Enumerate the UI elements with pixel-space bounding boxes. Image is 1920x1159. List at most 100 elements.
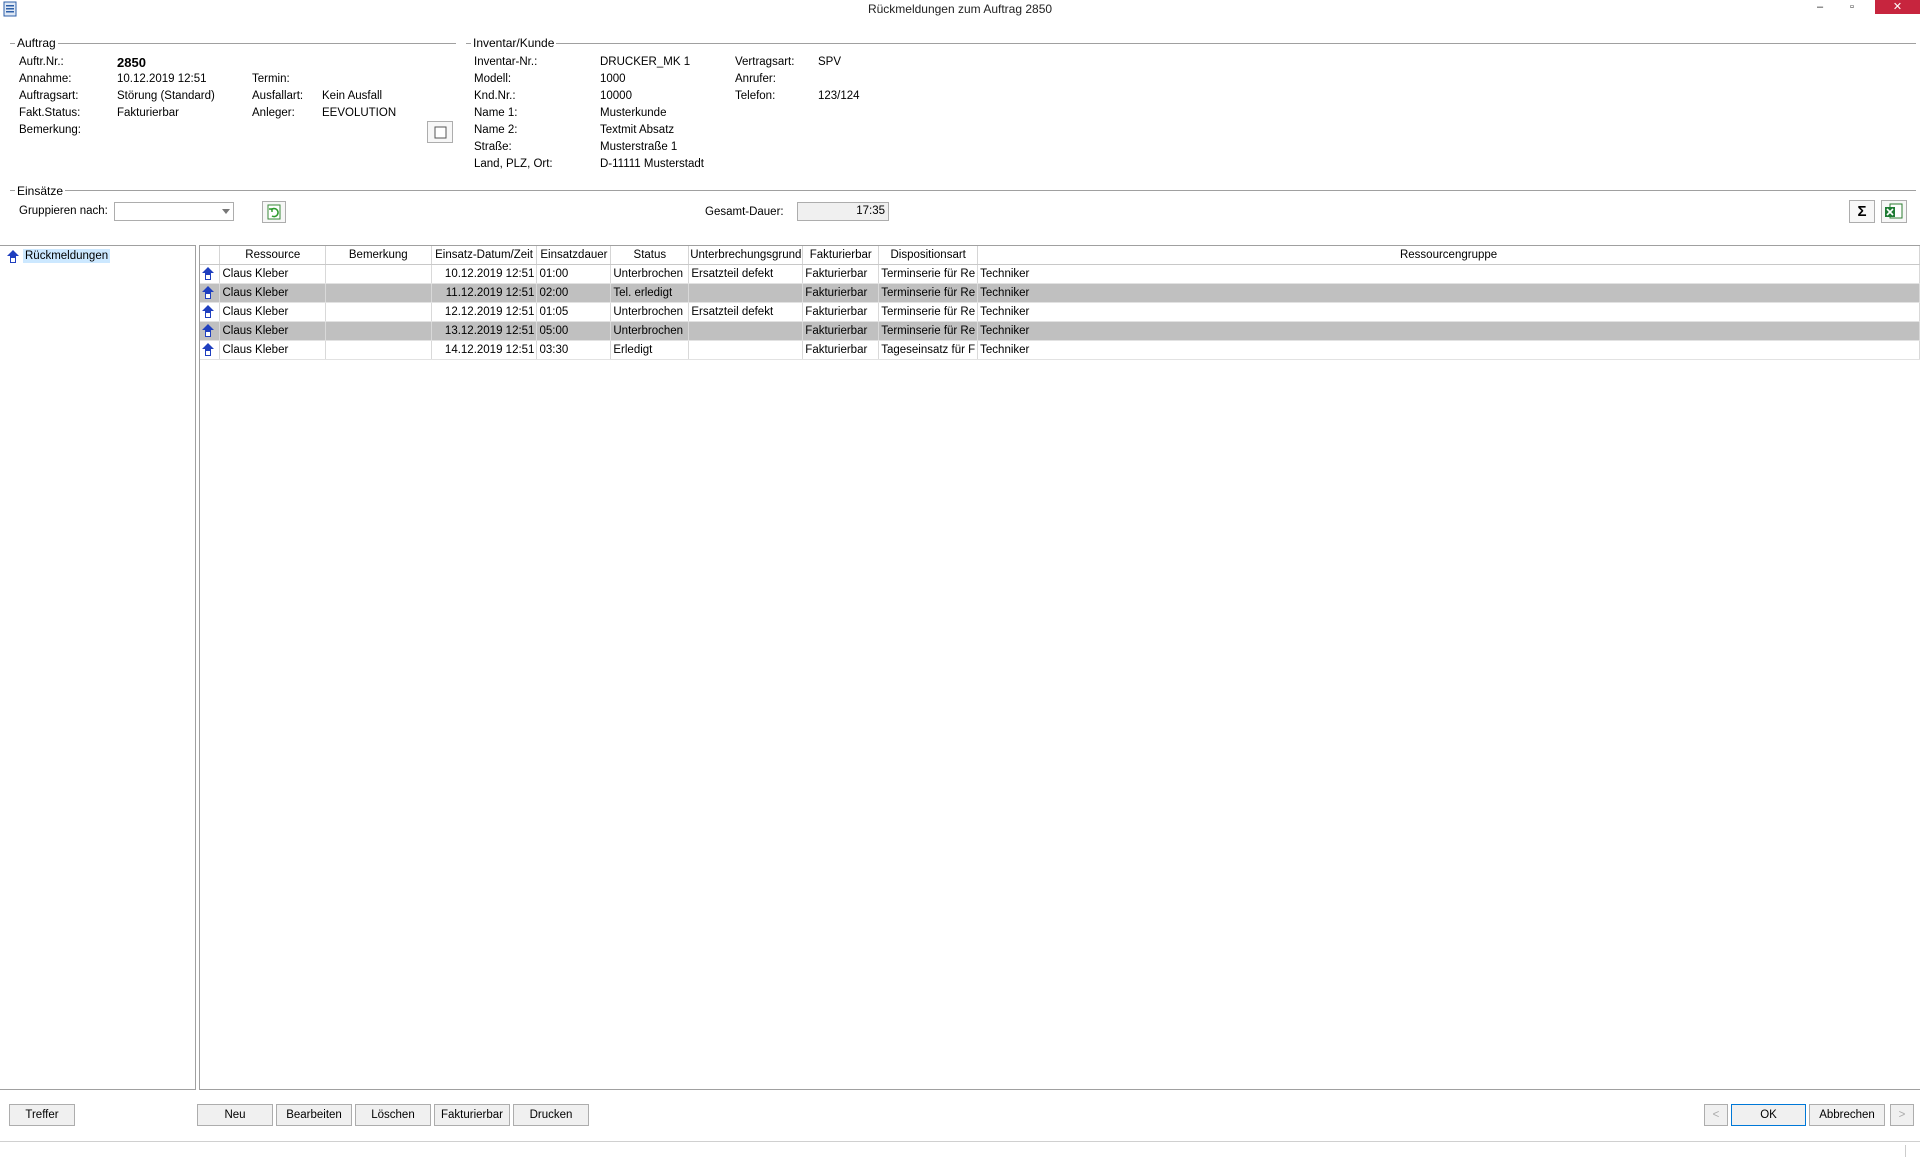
annahme-value: 10.12.2019 12:51 <box>117 73 207 85</box>
col-header-datum[interactable]: Einsatz-Datum/Zeit <box>431 246 538 265</box>
annahme-label: Annahme: <box>19 73 72 85</box>
drucken-button[interactable]: Drucken <box>513 1104 589 1126</box>
results-table: Ressource Bemerkung Einsatz-Datum/Zeit E… <box>200 246 1920 360</box>
gesamt-dauer-field: 17:35 <box>797 202 889 221</box>
neu-button[interactable]: Neu <box>197 1104 273 1126</box>
col-header-dauer[interactable]: Einsatzdauer <box>536 246 612 265</box>
abbrechen-button[interactable]: Abbrechen <box>1809 1104 1885 1126</box>
table-row[interactable]: Claus Kleber 13.12.2019 12:51 05:00 Unte… <box>200 321 1920 341</box>
previous-button[interactable]: < <box>1704 1104 1728 1126</box>
auftrag-group-line <box>10 43 456 44</box>
table-row[interactable]: Claus Kleber 12.12.2019 12:51 01:05 Unte… <box>200 302 1920 322</box>
table-header: Ressource Bemerkung Einsatz-Datum/Zeit E… <box>200 246 1920 265</box>
treffer-button[interactable]: Treffer <box>9 1104 75 1126</box>
col-header-dispositionsart[interactable]: Dispositionsart <box>878 246 979 265</box>
fakturierbar-button[interactable]: Fakturierbar <box>434 1104 510 1126</box>
cell-dauer: 01:05 <box>536 302 612 322</box>
cell-ressource: Claus Kleber <box>219 340 327 360</box>
cell-dispositionsart: Tageseinsatz für F <box>878 340 979 360</box>
cell-ressourcengruppe: Techniker <box>977 264 1920 284</box>
ausfallart-value: Kein Ausfall <box>322 90 383 102</box>
col-header-fakturierbar[interactable]: Fakturierbar <box>802 246 880 265</box>
strasse-value: Musterstraße 1 <box>600 141 678 153</box>
cell-grund: Ersatzteil defekt <box>688 264 804 284</box>
cell-dispositionsart: Terminserie für Re <box>878 302 979 322</box>
cell-dauer: 03:30 <box>536 340 612 360</box>
auftragsart-value: Störung (Standard) <box>117 90 215 102</box>
col-header-ressource[interactable]: Ressource <box>219 246 327 265</box>
gruppieren-select[interactable] <box>114 202 234 221</box>
table-row[interactable]: Claus Kleber 11.12.2019 12:51 02:00 Tel.… <box>200 283 1920 303</box>
cell-ressource: Claus Kleber <box>219 264 327 284</box>
restore-button[interactable]: ▫ <box>1838 0 1866 14</box>
knd-nr-label: Knd.Nr.: <box>474 90 516 102</box>
feedback-icon <box>6 249 20 265</box>
auftr-nr-value: 2850 <box>117 55 146 70</box>
cell-fakturierbar: Fakturierbar <box>802 302 880 322</box>
name1-value: Musterkunde <box>600 107 667 119</box>
title-bar: Rückmeldungen zum Auftrag 2850 – ▫ ✕ <box>0 0 1920 20</box>
cell-ressourcengruppe: Techniker <box>977 340 1920 360</box>
close-button[interactable]: ✕ <box>1875 0 1920 14</box>
col-header-bemerkung[interactable]: Bemerkung <box>325 246 432 265</box>
cell-grund <box>688 321 804 341</box>
table-row[interactable]: Claus Kleber 10.12.2019 12:51 01:00 Unte… <box>200 264 1920 284</box>
window-title: Rückmeldungen zum Auftrag 2850 <box>867 2 1053 16</box>
loeschen-button[interactable]: Löschen <box>355 1104 431 1126</box>
tree-item-rueckmeldungen[interactable]: Rückmeldungen <box>23 249 111 263</box>
bemerkung-edit-button[interactable] <box>427 121 453 143</box>
ok-button[interactable]: OK <box>1731 1104 1806 1126</box>
fakt-status-value: Fakturierbar <box>117 107 179 119</box>
status-bar-divider <box>0 1141 1920 1142</box>
land-value: D-11111 Musterstadt <box>600 158 704 170</box>
modell-label: Modell: <box>474 73 512 85</box>
strasse-label: Straße: <box>474 141 512 153</box>
cell-grund <box>688 340 804 360</box>
col-header-status[interactable]: Status <box>610 246 690 265</box>
cell-ressource: Claus Kleber <box>219 283 327 303</box>
refresh-button[interactable] <box>262 201 286 223</box>
auftrag-group-title: Auftrag <box>15 36 58 50</box>
cell-ressourcengruppe: Techniker <box>977 283 1920 303</box>
inventar-group-title: Inventar/Kunde <box>471 36 557 50</box>
auftragsart-label: Auftragsart: <box>19 90 79 102</box>
row-icon-cell <box>200 340 221 360</box>
inventar-nr-value: DRUCKER_MK 1 <box>600 56 691 68</box>
cell-fakturierbar: Fakturierbar <box>802 264 880 284</box>
termin-label: Termin: <box>252 73 290 85</box>
feedback-icon <box>202 267 214 280</box>
cell-status: Unterbrochen <box>610 264 690 284</box>
tree-panel: Rückmeldungen <box>0 245 196 1090</box>
minimize-button[interactable]: – <box>1806 0 1834 14</box>
cell-bemerkung <box>325 302 432 322</box>
auftr-nr-label: Auftr.Nr.: <box>19 56 64 68</box>
cell-fakturierbar: Fakturierbar <box>802 321 880 341</box>
inventar-group-line <box>466 43 1916 44</box>
gesamt-dauer-label: Gesamt-Dauer: <box>705 206 784 218</box>
results-grid[interactable]: Ressource Bemerkung Einsatz-Datum/Zeit E… <box>199 245 1920 1090</box>
feedback-icon <box>202 343 214 356</box>
col-header-ressourcengruppe[interactable]: Ressourcengruppe <box>977 246 1920 265</box>
col-header-grund[interactable]: Unterbrechungsgrund <box>688 246 804 265</box>
cell-status: Unterbrochen <box>610 302 690 322</box>
cell-bemerkung <box>325 264 432 284</box>
cell-dispositionsart: Terminserie für Re <box>878 321 979 341</box>
table-row[interactable]: Claus Kleber 14.12.2019 12:51 03:30 Erle… <box>200 340 1920 360</box>
bearbeiten-button[interactable]: Bearbeiten <box>276 1104 352 1126</box>
excel-export-button[interactable] <box>1881 200 1907 223</box>
sum-button[interactable]: Σ <box>1849 200 1875 223</box>
next-button[interactable]: > <box>1890 1104 1914 1126</box>
anleger-label: Anleger: <box>252 107 295 119</box>
einsaetze-group-line <box>10 190 1916 191</box>
land-label: Land, PLZ, Ort: <box>474 158 553 170</box>
cell-ressourcengruppe: Techniker <box>977 321 1920 341</box>
note-icon <box>434 126 447 139</box>
excel-icon <box>1885 203 1903 219</box>
vertragsart-label: Vertragsart: <box>735 56 795 68</box>
cell-status: Unterbrochen <box>610 321 690 341</box>
col-header-icon <box>200 246 221 265</box>
cell-dauer: 02:00 <box>536 283 612 303</box>
chevron-down-icon <box>222 209 230 214</box>
name2-label: Name 2: <box>474 124 518 136</box>
resize-grip[interactable] <box>1905 1145 1906 1157</box>
